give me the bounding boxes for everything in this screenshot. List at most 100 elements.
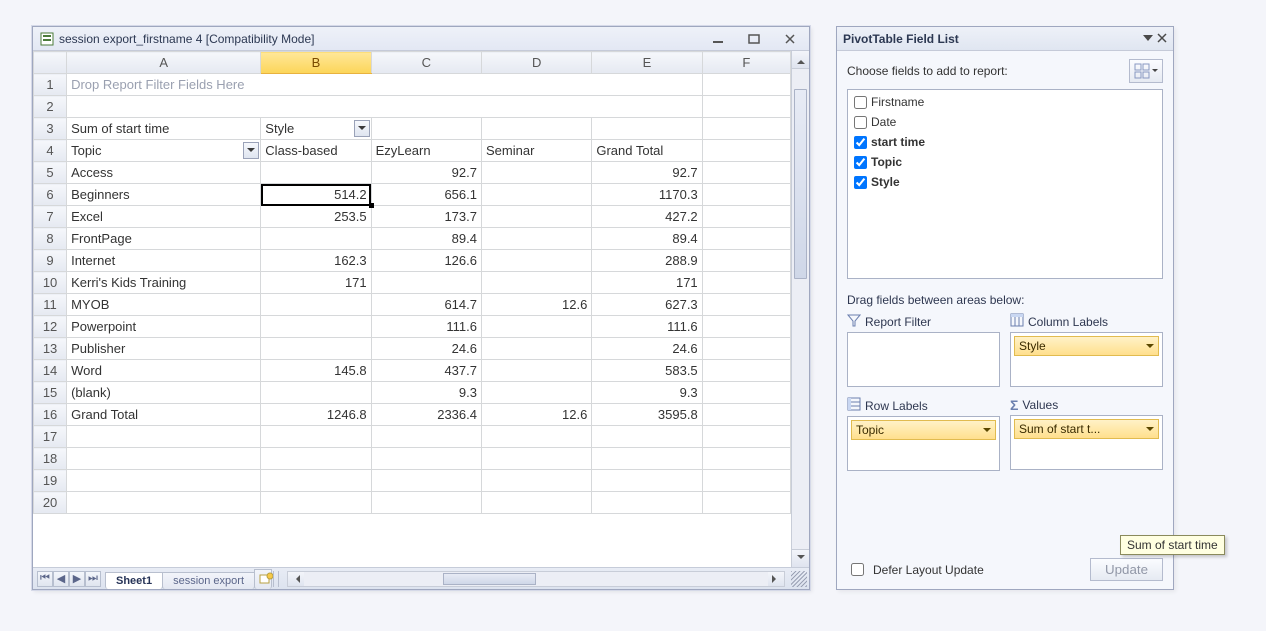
topic-cell[interactable]: Powerpoint bbox=[67, 316, 261, 338]
cell[interactable] bbox=[592, 492, 702, 514]
row-total-cell[interactable]: 9.3 bbox=[592, 382, 702, 404]
value-cell[interactable] bbox=[481, 272, 591, 294]
value-cell[interactable] bbox=[261, 228, 371, 250]
value-cell[interactable]: 253.5 bbox=[261, 206, 371, 228]
cell[interactable] bbox=[261, 448, 371, 470]
value-cell[interactable] bbox=[481, 206, 591, 228]
report-filter-dropzone[interactable]: Drop Report Filter Fields Here bbox=[67, 74, 703, 96]
cell[interactable] bbox=[702, 338, 790, 360]
cell[interactable] bbox=[702, 470, 790, 492]
cell[interactable] bbox=[481, 426, 591, 448]
cell[interactable] bbox=[702, 294, 790, 316]
row-header-6[interactable]: 6 bbox=[34, 184, 67, 206]
select-all-corner[interactable] bbox=[34, 52, 67, 74]
row-header-16[interactable]: 16 bbox=[34, 404, 67, 426]
topic-cell[interactable]: Kerri's Kids Training bbox=[67, 272, 261, 294]
value-cell[interactable] bbox=[481, 338, 591, 360]
grand-total-cell[interactable]: 12.6 bbox=[481, 404, 591, 426]
field-checkbox[interactable] bbox=[854, 96, 867, 109]
cell[interactable] bbox=[481, 470, 591, 492]
vertical-scrollbar[interactable] bbox=[791, 51, 809, 567]
defer-checkbox[interactable] bbox=[851, 563, 864, 576]
row-header-19[interactable]: 19 bbox=[34, 470, 67, 492]
scroll-right-arrow[interactable] bbox=[768, 572, 784, 586]
area-report-filter-box[interactable] bbox=[847, 332, 1000, 387]
column-header-E[interactable]: E bbox=[592, 52, 702, 74]
grand-total-cell[interactable]: 2336.4 bbox=[371, 404, 481, 426]
value-cell[interactable]: 9.3 bbox=[371, 382, 481, 404]
value-cell[interactable]: 656.1 bbox=[371, 184, 481, 206]
cell[interactable] bbox=[702, 140, 790, 162]
topic-cell[interactable]: Publisher bbox=[67, 338, 261, 360]
value-cell[interactable] bbox=[481, 382, 591, 404]
column-header-A[interactable]: A bbox=[67, 52, 261, 74]
row-total-cell[interactable]: 627.3 bbox=[592, 294, 702, 316]
sheet-nav-next[interactable]: ▶ bbox=[69, 571, 85, 587]
cell[interactable] bbox=[592, 118, 702, 140]
cell[interactable] bbox=[592, 470, 702, 492]
cell[interactable] bbox=[702, 118, 790, 140]
minimize-button[interactable] bbox=[709, 32, 727, 46]
cell[interactable] bbox=[702, 206, 790, 228]
cell[interactable] bbox=[702, 272, 790, 294]
cell[interactable] bbox=[481, 492, 591, 514]
workbook-titlebar[interactable]: session export_firstname 4 [Compatibilit… bbox=[33, 27, 809, 51]
field-item[interactable]: Firstname bbox=[852, 92, 1158, 112]
resize-grip[interactable] bbox=[791, 571, 807, 587]
row-header-10[interactable]: 10 bbox=[34, 272, 67, 294]
row-header-13[interactable]: 13 bbox=[34, 338, 67, 360]
row-total-cell[interactable]: 583.5 bbox=[592, 360, 702, 382]
restore-button[interactable] bbox=[745, 32, 763, 46]
row-total-cell[interactable]: 171 bbox=[592, 272, 702, 294]
field-checkbox[interactable] bbox=[854, 136, 867, 149]
cell[interactable] bbox=[702, 448, 790, 470]
grand-total-cell[interactable]: 1246.8 bbox=[261, 404, 371, 426]
value-cell[interactable] bbox=[261, 316, 371, 338]
row-header-7[interactable]: 7 bbox=[34, 206, 67, 228]
cell[interactable] bbox=[67, 470, 261, 492]
cell[interactable] bbox=[67, 426, 261, 448]
area-row-labels-box[interactable]: Topic bbox=[847, 416, 1000, 471]
close-button[interactable] bbox=[781, 32, 799, 46]
sheet-tab[interactable]: Sheet1 bbox=[105, 572, 163, 589]
cell[interactable] bbox=[67, 492, 261, 514]
row-field-cell[interactable]: Topic bbox=[67, 140, 261, 162]
cell[interactable] bbox=[702, 228, 790, 250]
field-checkbox[interactable] bbox=[854, 116, 867, 129]
row-header-20[interactable]: 20 bbox=[34, 492, 67, 514]
topic-cell[interactable]: Access bbox=[67, 162, 261, 184]
row-total-cell[interactable]: 288.9 bbox=[592, 250, 702, 272]
row-header-4[interactable]: 4 bbox=[34, 140, 67, 162]
value-cell[interactable]: 24.6 bbox=[371, 338, 481, 360]
cell[interactable] bbox=[261, 492, 371, 514]
field-panel-header[interactable]: PivotTable Field List bbox=[837, 27, 1173, 51]
row-total-cell[interactable]: 1170.3 bbox=[592, 184, 702, 206]
row-header-11[interactable]: 11 bbox=[34, 294, 67, 316]
value-cell[interactable]: 145.8 bbox=[261, 360, 371, 382]
field-item[interactable]: start time bbox=[852, 132, 1158, 152]
field-tag[interactable]: Sum of start t... bbox=[1014, 419, 1159, 439]
value-cell[interactable]: 173.7 bbox=[371, 206, 481, 228]
field-item[interactable]: Date bbox=[852, 112, 1158, 132]
sheet-nav-last[interactable]: ⏭ bbox=[85, 571, 101, 587]
field-checkbox[interactable] bbox=[854, 156, 867, 169]
value-cell[interactable]: 111.6 bbox=[371, 316, 481, 338]
topic-cell[interactable]: Beginners bbox=[67, 184, 261, 206]
value-cell[interactable] bbox=[371, 272, 481, 294]
row-header-5[interactable]: 5 bbox=[34, 162, 67, 184]
area-values-box[interactable]: Sum of start t... bbox=[1010, 415, 1163, 470]
row-total-cell[interactable]: 111.6 bbox=[592, 316, 702, 338]
value-cell[interactable] bbox=[261, 294, 371, 316]
row-field-dropdown[interactable] bbox=[243, 142, 259, 159]
topic-cell[interactable]: FrontPage bbox=[67, 228, 261, 250]
scroll-left-arrow[interactable] bbox=[288, 572, 304, 586]
cell[interactable] bbox=[702, 360, 790, 382]
field-layout-button[interactable] bbox=[1129, 59, 1163, 83]
topic-cell[interactable]: Word bbox=[67, 360, 261, 382]
field-tag[interactable]: Topic bbox=[851, 420, 996, 440]
grand-total-header[interactable]: Grand Total bbox=[592, 140, 702, 162]
row-total-cell[interactable]: 427.2 bbox=[592, 206, 702, 228]
style-header[interactable]: EzyLearn bbox=[371, 140, 481, 162]
row-header-15[interactable]: 15 bbox=[34, 382, 67, 404]
value-cell[interactable]: 12.6 bbox=[481, 294, 591, 316]
